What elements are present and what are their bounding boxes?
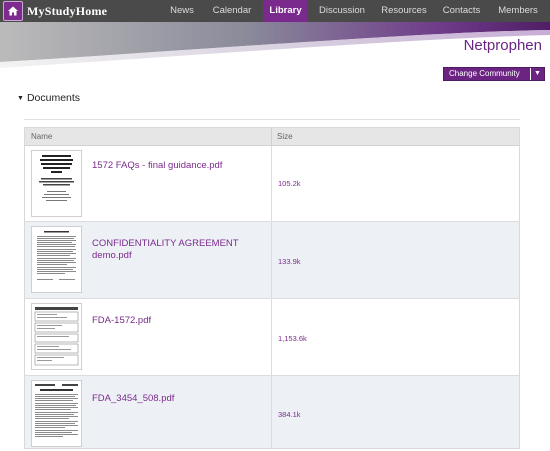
logo-text: MyStudyHome [27,3,108,18]
document-thumbnail[interactable] [31,226,82,293]
nav-contacts[interactable]: Contacts [439,0,484,22]
column-separator [271,128,272,145]
document-thumbnail[interactable] [31,303,82,370]
nav-discussion[interactable]: Discussion [315,0,369,22]
document-size: 133.9k [278,257,301,266]
change-community-label: Change Community [449,69,520,78]
document-thumbnail[interactable] [31,150,82,217]
logo[interactable]: MyStudyHome [0,0,107,22]
document-thumbnail[interactable] [31,380,82,447]
nav-calendar[interactable]: Calendar [208,0,256,22]
dropdown-arrow-icon[interactable]: ▼ [530,68,544,80]
document-preview-icon [32,381,81,446]
nav-news[interactable]: News [162,0,202,22]
document-link[interactable]: 1572 FAQs - final guidance.pdf [92,160,267,172]
column-header-name[interactable]: Name [31,128,52,145]
documents-section-toggle[interactable]: ▼ Documents [17,92,80,104]
document-size: 1,153.6k [278,334,307,343]
collapse-triangle-icon: ▼ [17,95,24,102]
document-size: 384.1k [278,410,301,419]
column-separator [271,299,272,375]
document-link[interactable]: CONFIDENTIALITY AGREEMENT demo.pdf [92,238,267,262]
column-header-size[interactable]: Size [277,128,293,145]
divider [24,119,520,120]
document-link[interactable]: FDA-1572.pdf [92,315,267,327]
column-separator [271,376,272,448]
nav-library[interactable]: Library [263,0,308,22]
section-title: Documents [26,92,81,104]
document-preview-icon [32,227,81,292]
table-row[interactable]: 1572 FAQs - final guidance.pdf 105.2k [25,146,519,222]
community-name: Netprophen [463,37,542,54]
top-nav-bar: MyStudyHome News Calendar Library Discus… [0,0,550,22]
document-link[interactable]: FDA_3454_508.pdf [92,393,267,405]
home-icon [3,1,23,21]
nav-resources[interactable]: Resources [379,0,429,22]
nav-members[interactable]: Members [493,0,543,22]
table-row[interactable]: CONFIDENTIALITY AGREEMENT demo.pdf 133.9… [25,222,519,299]
table-row[interactable]: FDA-1572.pdf 1,153.6k [25,299,519,376]
change-community-button[interactable]: Change Community ▼ [443,67,545,81]
column-separator [271,222,272,298]
document-preview-icon [32,304,81,369]
document-preview-icon [32,151,81,216]
table-header: Name Size [25,128,519,146]
column-separator [271,146,272,221]
document-size: 105.2k [278,179,301,188]
table-row[interactable]: FDA_3454_508.pdf 384.1k [25,376,519,448]
documents-table: Name Size 1572 FAQs - final guidance.pdf… [24,127,520,449]
